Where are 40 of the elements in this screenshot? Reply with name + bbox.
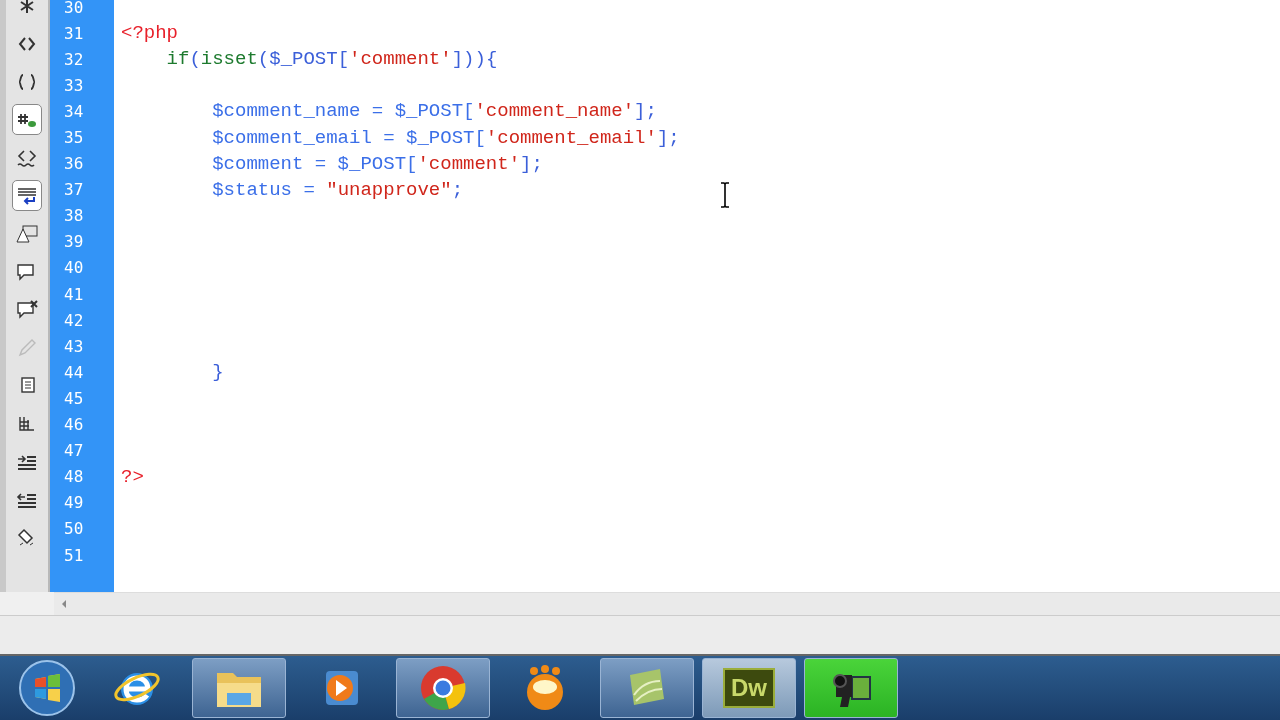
line-number: 35 [63,128,85,147]
camera-taskbar-icon[interactable] [804,658,898,718]
line-number: 48 [63,467,85,487]
code-line: if(isset($_POST['comment'])){ [165,48,498,71]
code-line: $status = "unapprove"; [211,178,464,201]
wrap-icon[interactable] [12,180,42,211]
scroll-left-icon[interactable] [60,599,68,609]
folder-taskbar-icon[interactable] [192,658,286,718]
code-line: $comment = $_POST['comment']; [211,152,543,175]
code-line: $comment_name = $_POST['comment_name']; [211,100,657,123]
line-number: 41 [63,284,85,304]
line-number: 36 [63,154,85,174]
hash-icon[interactable] [12,104,42,135]
horizontal-scrollbar[interactable] [54,592,1280,615]
line-number: 43 [63,336,85,356]
line-number: 34 [63,101,85,121]
line-number: 38 [63,206,85,226]
editor-taskbar-button[interactable]: Dw [702,658,796,718]
line-number: 45 [63,388,85,408]
line-number: 44 [63,362,85,382]
code-line: } [211,361,224,384]
line-number: 31 [63,23,85,43]
code-line: ?> [120,465,144,488]
line-number: 47 [63,441,85,461]
code-line: <?php [120,22,178,45]
line-number: 39 [63,232,85,252]
line-number: 50 [63,519,85,539]
round-browser-taskbar-icon[interactable] [396,658,490,718]
line-number: 42 [63,310,85,330]
code-line: $comment_email = $_POST['comment_email']; [211,126,680,149]
line-number: 49 [63,493,85,513]
sheet-taskbar-icon[interactable] [600,658,694,718]
line-number: 51 [63,545,85,565]
line-number: 32 [63,49,85,69]
line-number: 40 [63,258,85,278]
line-number: 46 [63,415,85,435]
line-number: 30 [63,0,85,17]
text-cursor-icon [720,182,730,208]
line-number: 37 [63,180,85,200]
line-number: 33 [63,75,85,95]
